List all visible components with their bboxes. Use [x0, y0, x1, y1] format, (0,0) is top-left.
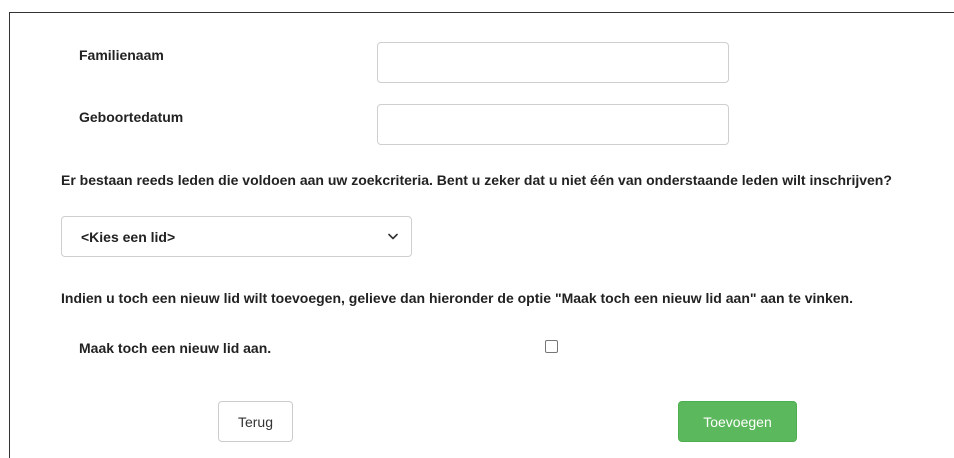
chevron-down-icon [387, 231, 399, 243]
new-member-checkbox[interactable] [545, 340, 558, 353]
back-button[interactable]: Terug [218, 401, 293, 442]
member-select-value: <Kies een lid> [81, 228, 176, 245]
surname-input[interactable] [377, 42, 729, 83]
new-member-checkbox-label: Maak toch een nieuw lid aan. [79, 340, 272, 356]
existing-members-message: Er bestaan reeds leden die voldoen aan u… [61, 172, 892, 188]
member-select[interactable]: <Kies een lid> [61, 216, 412, 257]
birthdate-label: Geboortedatum [79, 109, 184, 125]
surname-label: Familienaam [79, 47, 164, 63]
birthdate-input[interactable] [377, 104, 729, 145]
add-button[interactable]: Toevoegen [678, 401, 797, 442]
new-member-instruction: Indien u toch een nieuw lid wilt toevoeg… [61, 290, 853, 306]
